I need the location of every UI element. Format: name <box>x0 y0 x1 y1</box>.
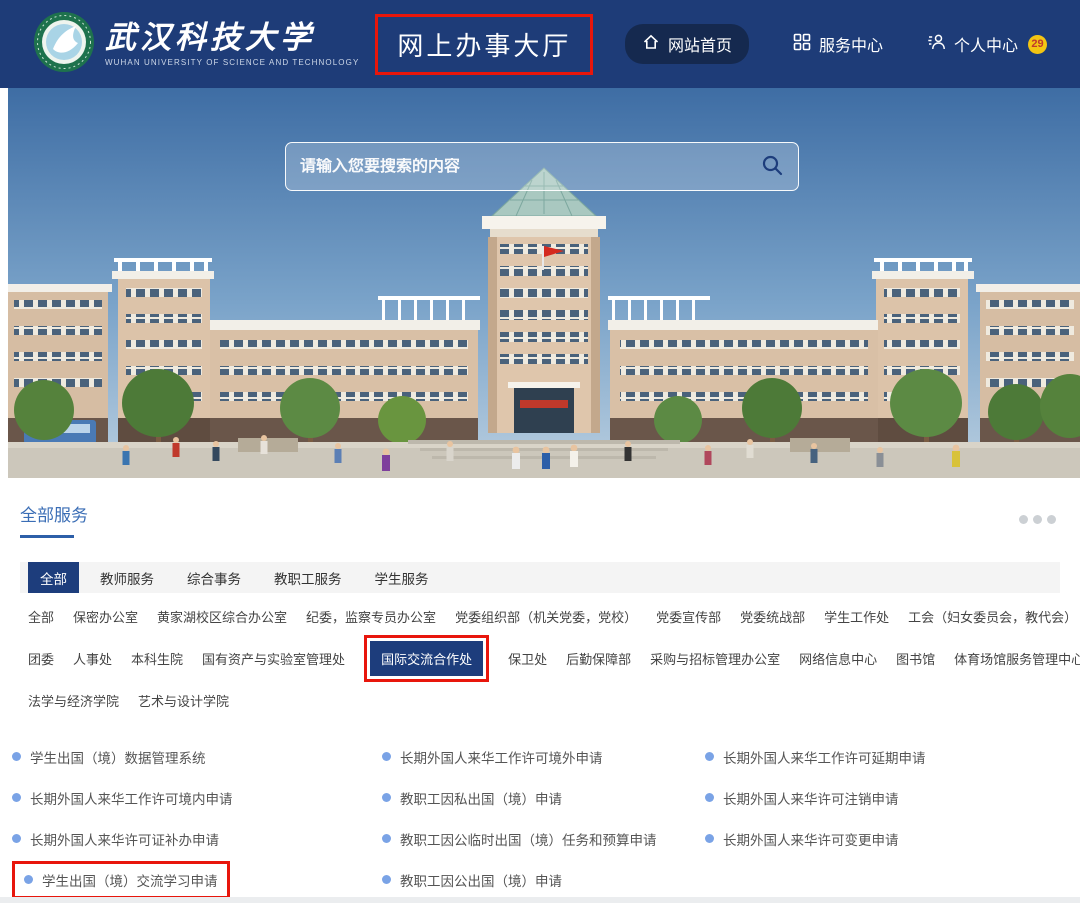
top-navigation: 网站首页 服务中心 个人中心 29 <box>625 24 1047 64</box>
university-emblem-icon <box>33 11 95 78</box>
service-link[interactable]: 长期外国人来华许可证补办申请 <box>12 829 219 849</box>
bullet-icon <box>382 834 391 843</box>
service-link[interactable]: 学生出国（境）交流学习申请 <box>12 861 230 899</box>
service-item-cell: 长期外国人来华许可变更申请 <box>705 829 1060 849</box>
department-row-2: 团委人事处本科生院国有资产与实验室管理处国际交流合作处保卫处后勤保障部采购与招标… <box>28 635 1060 682</box>
department-filter[interactable]: 工会（妇女委员会，教代会） <box>908 607 1077 626</box>
department-filter[interactable]: 纪委，监察专员办公室 <box>306 607 436 626</box>
portal-title: 网上办事大厅 <box>375 14 593 75</box>
department-filter[interactable]: 体育场馆服务管理中心 <box>954 649 1080 668</box>
bullet-icon <box>705 834 714 843</box>
services-section: 全部服务 全部教师服务综合事务教职工服务学生服务 全部保密办公室黄家湖校区综合办… <box>0 501 1080 900</box>
department-filter[interactable]: 学生工作处 <box>824 607 889 626</box>
service-item-cell: 长期外国人来华工作许可境内申请 <box>12 788 382 808</box>
department-filter[interactable]: 国有资产与实验室管理处 <box>202 649 345 668</box>
campus-photo <box>8 88 1080 478</box>
service-item-cell: 长期外国人来华工作许可境外申请 <box>382 747 705 767</box>
category-tab[interactable]: 综合事务 <box>175 562 253 593</box>
service-link[interactable]: 长期外国人来华许可变更申请 <box>705 829 899 849</box>
bullet-icon <box>705 752 714 761</box>
search-button[interactable] <box>760 153 784 180</box>
department-filter[interactable]: 黄家湖校区综合办公室 <box>157 607 287 626</box>
category-tab[interactable]: 教师服务 <box>88 562 166 593</box>
service-item-cell: 学生出国（境）数据管理系统 <box>12 747 382 767</box>
department-row-3: 法学与经济学院艺术与设计学院 <box>28 691 1060 710</box>
nav-home[interactable]: 网站首页 <box>625 24 749 64</box>
service-item-cell: 长期外国人来华许可注销申请 <box>705 788 1060 808</box>
section-title: 全部服务 <box>20 501 88 526</box>
service-item-cell: 长期外国人来华许可证补办申请 <box>12 829 382 849</box>
department-filter[interactable]: 党委统战部 <box>740 607 805 626</box>
bullet-icon <box>382 752 391 761</box>
home-icon <box>642 33 660 56</box>
bullet-icon <box>12 834 21 843</box>
service-link[interactable]: 长期外国人来华工作许可境内申请 <box>12 788 233 808</box>
search-icon <box>760 153 784 180</box>
department-filter[interactable]: 网络信息中心 <box>799 649 877 668</box>
category-tab[interactable]: 学生服务 <box>363 562 441 593</box>
university-logo: 武汉科技大学 WUHAN UNIVERSITY OF SCIENCE AND T… <box>33 11 359 78</box>
nav-service-center[interactable]: 服务中心 <box>793 32 883 56</box>
bullet-icon <box>24 875 33 884</box>
department-filter[interactable]: 艺术与设计学院 <box>138 691 229 710</box>
grid-icon <box>793 33 811 56</box>
category-tab[interactable]: 教职工服务 <box>262 562 354 593</box>
department-filter[interactable]: 本科生院 <box>131 649 183 668</box>
university-name-en: WUHAN UNIVERSITY OF SCIENCE AND TECHNOLO… <box>105 59 359 67</box>
department-row-1: 全部保密办公室黄家湖校区综合办公室纪委，监察专员办公室党委组织部（机关党委，党校… <box>28 607 1060 626</box>
bullet-icon <box>382 793 391 802</box>
service-item-cell: 长期外国人来华工作许可延期申请 <box>705 747 1060 767</box>
bullet-icon <box>705 793 714 802</box>
search-input[interactable] <box>300 158 760 176</box>
department-filter[interactable]: 人事处 <box>73 649 112 668</box>
service-item-cell: 教职工因公临时出国（境）任务和预算申请 <box>382 829 705 849</box>
service-link[interactable]: 教职工因私出国（境）申请 <box>382 788 562 808</box>
department-filter[interactable]: 后勤保障部 <box>566 649 631 668</box>
department-filter[interactable]: 保卫处 <box>508 649 547 668</box>
department-filter[interactable]: 图书馆 <box>896 649 935 668</box>
department-filters: 全部保密办公室黄家湖校区综合办公室纪委，监察专员办公室党委组织部（机关党委，党校… <box>20 607 1060 710</box>
person-icon <box>927 33 946 56</box>
more-options-icon[interactable] <box>1015 511 1060 528</box>
service-item-cell: 学生出国（境）交流学习申请 <box>12 861 382 899</box>
service-item-cell: 教职工因公出国（境）申请 <box>382 870 705 890</box>
footer-strip <box>0 897 1080 903</box>
service-list: 学生出国（境）数据管理系统 长期外国人来华工作许可境外申请 长期外国人来华工作许… <box>12 736 1060 900</box>
bullet-icon <box>382 875 391 884</box>
department-filter[interactable]: 保密办公室 <box>73 607 138 626</box>
bullet-icon <box>12 752 21 761</box>
service-link[interactable]: 长期外国人来华工作许可境外申请 <box>382 747 603 767</box>
service-link[interactable]: 学生出国（境）数据管理系统 <box>12 747 206 767</box>
service-category-tabs: 全部教师服务综合事务教职工服务学生服务 <box>20 562 1060 593</box>
service-item-cell: 教职工因私出国（境）申请 <box>382 788 705 808</box>
bullet-icon <box>12 793 21 802</box>
department-filter[interactable]: 团委 <box>28 649 54 668</box>
service-link[interactable]: 长期外国人来华工作许可延期申请 <box>705 747 926 767</box>
department-filter[interactable]: 法学与经济学院 <box>28 691 119 710</box>
notification-badge: 29 <box>1028 35 1047 54</box>
category-tab[interactable]: 全部 <box>28 562 79 593</box>
title-underline <box>20 535 74 538</box>
department-filter[interactable]: 党委宣传部 <box>656 607 721 626</box>
department-filter[interactable]: 党委组织部（机关党委，党校） <box>455 607 637 626</box>
department-filter[interactable]: 采购与招标管理办公室 <box>650 649 780 668</box>
university-name-cn: 武汉科技大学 <box>105 22 359 53</box>
service-link[interactable]: 长期外国人来华许可注销申请 <box>705 788 899 808</box>
top-header: 武汉科技大学 WUHAN UNIVERSITY OF SCIENCE AND T… <box>0 0 1080 88</box>
service-link[interactable]: 教职工因公临时出国（境）任务和预算申请 <box>382 829 657 849</box>
nav-personal-center[interactable]: 个人中心 29 <box>927 32 1047 56</box>
department-filter[interactable]: 国际交流合作处 <box>364 635 489 682</box>
service-link[interactable]: 教职工因公出国（境）申请 <box>382 870 562 890</box>
department-filter[interactable]: 全部 <box>28 607 54 626</box>
hero-search-bar <box>285 142 799 191</box>
